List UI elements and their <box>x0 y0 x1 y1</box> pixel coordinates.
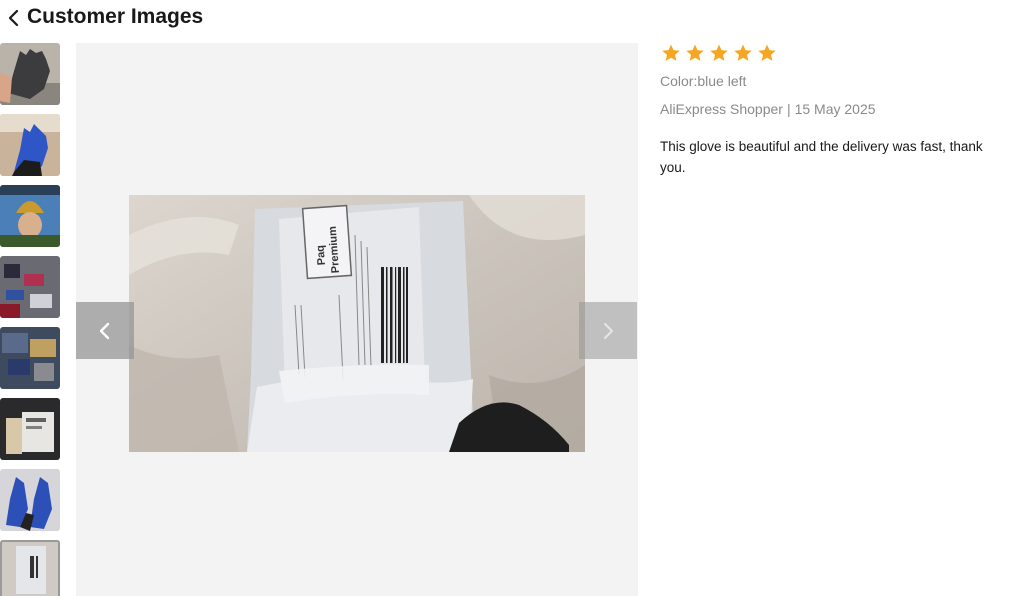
page-title: Customer Images <box>27 5 204 28</box>
thumbnail-3[interactable] <box>0 185 60 247</box>
review-author: AliExpress Shopper <box>660 101 783 117</box>
chevron-right-icon <box>604 323 613 339</box>
previous-image-button[interactable] <box>76 302 134 359</box>
chevron-left-icon <box>8 9 19 27</box>
star-rating <box>661 43 1000 65</box>
star-icon <box>710 44 728 61</box>
thumbnail-5[interactable] <box>0 327 60 389</box>
thumbnail-6[interactable] <box>0 398 60 460</box>
thumbnail-2[interactable] <box>0 114 60 176</box>
header: Customer Images <box>0 0 1024 36</box>
image-viewer: Paq Premium <box>76 43 638 596</box>
review-date: 15 May 2025 <box>794 101 876 117</box>
review-panel: Color:blue left AliExpress Shopper | 15 Ma… <box>660 43 1000 175</box>
review-photo: Paq Premium <box>129 195 585 452</box>
review-text: This glove is beautiful and the delivery… <box>660 139 983 175</box>
thumbnail-list <box>0 43 62 596</box>
chevron-left-icon <box>99 322 110 340</box>
back-button[interactable] <box>4 6 24 30</box>
star-icon <box>734 44 752 61</box>
review-meta: AliExpress Shopper | 15 May 2025 <box>660 101 876 117</box>
thumbnail-1[interactable] <box>0 43 60 105</box>
star-icon <box>758 44 776 61</box>
thumbnail-4[interactable] <box>0 256 60 318</box>
star-icon <box>662 44 680 61</box>
package-label-paq: Paq <box>315 245 328 266</box>
variant-color: Color:blue left <box>660 73 747 89</box>
thumbnail-8[interactable] <box>0 540 60 596</box>
next-image-button[interactable] <box>579 302 637 359</box>
thumbnail-7[interactable] <box>0 469 60 531</box>
meta-separator: | <box>786 101 791 117</box>
star-icon <box>686 44 704 61</box>
